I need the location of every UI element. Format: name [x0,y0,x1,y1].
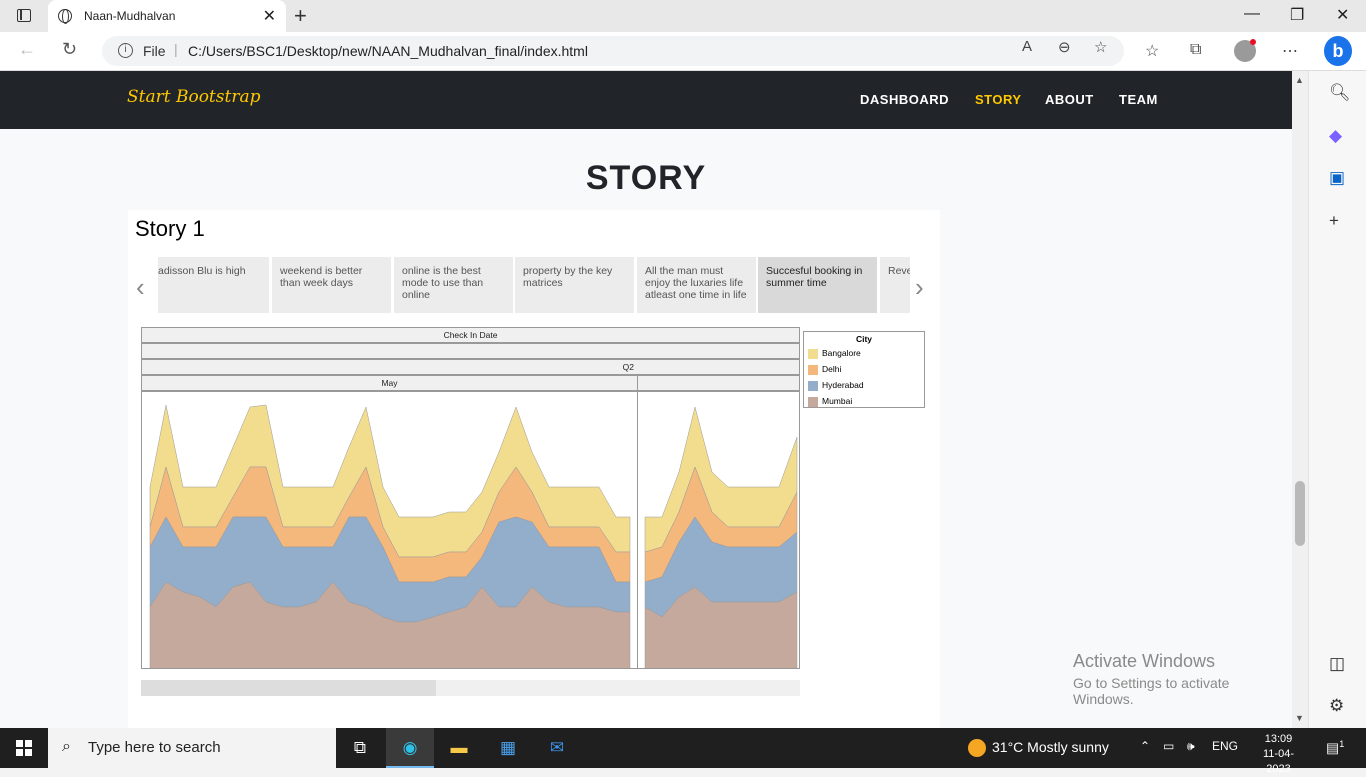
activate-windows-watermark: Activate Windows Go to Settings to activ… [1073,651,1230,707]
story-point[interactable]: Reven [880,257,910,313]
refresh-button[interactable]: ↻ [62,39,77,60]
mail-icon[interactable]: ✉ [545,736,569,760]
story-next-arrow-icon[interactable]: › [915,272,924,303]
story-point[interactable]: All the man must enjoy the luxaries life… [637,257,756,313]
add-sidebar-app-icon[interactable]: + [1329,211,1339,231]
story-point[interactable]: weekend is better than week days [272,257,391,313]
story-point[interactable]: property by the key matrices [515,257,634,313]
scroll-up-icon[interactable]: ▲ [1295,75,1304,85]
search-icon: ⌕ [62,738,71,755]
header-month: May [141,375,638,391]
file-explorer-icon[interactable]: ▬ [447,736,471,760]
outlook-icon[interactable]: ▣ [1329,168,1345,188]
new-tab-button[interactable]: + [294,3,307,29]
legend-item[interactable]: Hyderabad [808,380,864,391]
legend-item[interactable]: Bangalore [808,348,861,359]
minimize-button[interactable]: — [1244,5,1260,23]
language-indicator[interactable]: ENG [1212,739,1238,753]
brand-logo[interactable]: Start Bootstrap [127,87,260,107]
volume-icon[interactable]: 🕪︎ [1187,739,1195,754]
taskbar-search-box[interactable]: ⌕ Type here to search [48,728,336,768]
url-separator: | [174,41,178,57]
add-favorite-icon[interactable]: ☆ [1094,38,1107,56]
scroll-thumb[interactable] [141,680,436,696]
legend-item[interactable]: Delhi [808,364,841,375]
info-icon[interactable]: i [118,43,133,58]
page-scrollbar[interactable]: ▲ ▼ [1292,71,1308,728]
nav-story[interactable]: STORY [975,92,1022,107]
nav-team[interactable]: TEAM [1119,92,1158,107]
story-points: adisson Blu is high weekend is better th… [158,257,910,313]
task-view-icon[interactable]: ⧉ [348,736,372,760]
page-title: STORY [585,159,707,197]
close-window-button[interactable]: ✕ [1336,5,1349,25]
weather-widget[interactable]: 31°C Mostly sunny [968,739,1109,758]
copilot-icon[interactable]: ◆ [1329,126,1342,146]
zoom-out-icon[interactable]: ⊖ [1058,38,1071,56]
browser-tab[interactable]: Naan-Mudhalvan ✕ [48,0,286,32]
windows-start-icon[interactable] [16,740,32,756]
nav-dashboard[interactable]: DASHBOARD [860,92,949,107]
bing-icon[interactable]: b [1324,36,1352,66]
store-icon[interactable]: ▦ [496,736,520,760]
edge-app-icon[interactable]: ◉ [398,736,422,760]
address-bar-row: ← ↻ i File | C:/Users/BSC1/Desktop/new/N… [0,32,1366,71]
windows-taskbar: ⌕ Type here to search ⧉ ◉ ▬ ▦ ✉ 31°C Mos… [0,728,1366,775]
hide-sidebar-icon[interactable]: ◫ [1329,654,1345,674]
search-placeholder: Type here to search [88,739,221,756]
header-check-in-date: Check In Date [141,327,800,343]
notifications-icon[interactable]: ▤1 [1326,739,1344,757]
url-text[interactable]: C:/Users/BSC1/Desktop/new/NAAN_Mudhalvan… [188,43,588,59]
tab-close-icon[interactable]: ✕ [263,6,276,26]
settings-gear-icon[interactable]: ⚙ [1329,696,1344,716]
story-point-active[interactable]: Succesful booking in summer time [758,257,877,313]
url-scheme: File [143,43,166,59]
restore-button[interactable]: ❐ [1290,5,1304,25]
area-chart[interactable] [141,391,800,669]
profile-notification-dot [1250,39,1256,45]
web-page: Start Bootstrap DASHBOARD STORY ABOUT TE… [0,71,1292,728]
header-month-next [637,375,800,391]
address-bar[interactable]: i File | C:/Users/BSC1/Desktop/new/NAAN_… [102,36,1124,66]
back-button[interactable]: ← [18,39,36,60]
story-point[interactable]: adisson Blu is high [158,257,269,313]
legend-title: City [855,334,873,344]
site-navbar: Start Bootstrap DASHBOARD STORY ABOUT TE… [0,71,1292,129]
read-aloud-icon[interactable]: A [1022,38,1032,55]
network-icon[interactable]: ▭ [1163,739,1174,753]
header-quarter: Q2 [141,359,800,375]
story-prev-arrow-icon[interactable]: ‹ [136,272,145,303]
weather-sun-icon [968,739,986,758]
search-icon[interactable]: 🔍︎ [1329,83,1351,103]
globe-icon [58,9,72,24]
chart-horizontal-scrollbar[interactable] [141,680,800,696]
story-title: Story 1 [135,216,205,241]
collections-icon[interactable]: ⧉ [1190,41,1201,59]
header-year [141,343,800,359]
tray-expand-icon[interactable]: ⌃ [1140,739,1150,753]
story-point[interactable]: online is the best mode to use than onli… [394,257,513,313]
favorites-icon[interactable]: ☆ [1145,41,1159,61]
edge-sidebar: 🔍︎ ◆ ▣ + ◫ ⚙ [1308,71,1366,728]
legend-item[interactable]: Mumbai [808,396,852,407]
clock[interactable]: 13:09 11-04-2023 [1251,732,1306,777]
browser-titlebar: Naan-Mudhalvan ✕ + — ❐ ✕ [0,0,1366,32]
tableau-story: Story 1 ‹ › adisson Blu is high weekend … [128,210,940,728]
nav-about[interactable]: ABOUT [1045,92,1094,107]
tab-actions-icon[interactable] [17,9,31,22]
chart-legend: City Bangalore Delhi Hyderabad Mumbai [803,331,925,408]
scroll-down-icon[interactable]: ▼ [1295,713,1304,723]
page-scroll-thumb[interactable] [1295,481,1305,546]
more-menu-icon[interactable]: ⋯ [1282,41,1298,61]
tab-title: Naan-Mudhalvan [84,9,176,23]
